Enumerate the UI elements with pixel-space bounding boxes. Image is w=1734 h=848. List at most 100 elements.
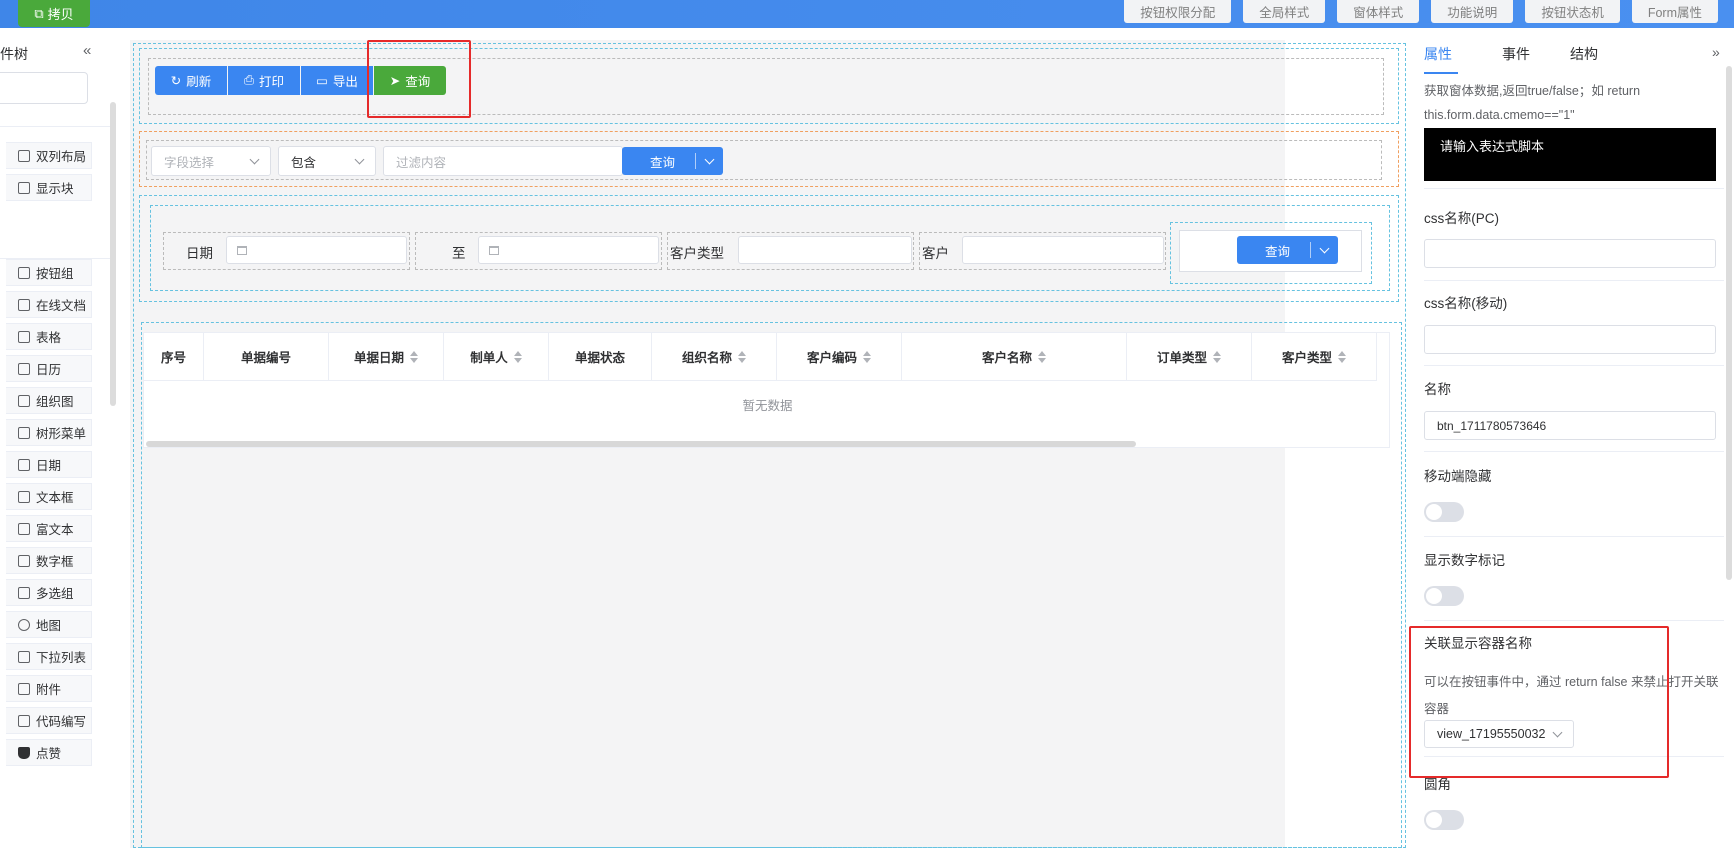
component-item[interactable]: 附件	[6, 675, 92, 702]
sort-icon[interactable]	[1338, 350, 1346, 363]
component-item[interactable]: 数字框	[6, 547, 92, 574]
map-icon	[18, 618, 30, 631]
date-start-input[interactable]	[226, 236, 407, 264]
component-item[interactable]: 按钮组	[6, 259, 92, 286]
function-help-button[interactable]: 功能说明	[1431, 0, 1514, 23]
component-item[interactable]: 日期	[6, 451, 92, 478]
top-actions: 按钮权限分配 全局样式 窗体样式 功能说明 按钮状态机 Form属性	[1124, 0, 1718, 23]
search-query-button[interactable]: 查询	[1237, 236, 1339, 264]
table-icon	[18, 330, 30, 343]
sort-icon[interactable]	[1038, 350, 1046, 363]
divider	[1424, 188, 1724, 189]
collapse-left-icon[interactable]: «	[83, 42, 91, 59]
block-icon	[18, 181, 30, 194]
component-item[interactable]: 地图	[6, 611, 92, 638]
tab-properties[interactable]: 属性	[1424, 44, 1452, 64]
component-item[interactable]: 显示块	[6, 174, 92, 201]
divider	[1424, 280, 1724, 281]
field-select[interactable]: 字段选择	[151, 146, 271, 176]
customer-type-input[interactable]	[738, 236, 912, 264]
component-item[interactable]: 双列布局	[6, 142, 92, 169]
mobile-hide-toggle[interactable]	[1424, 502, 1464, 522]
component-item[interactable]: 在线文档	[6, 291, 92, 318]
printer-icon: ⎙	[243, 73, 254, 87]
data-table[interactable]: 序号 单据编号 单据日期 制单人 单据状态 组织名称 客户编码 客户名称 订单类…	[143, 332, 1390, 448]
customer-type-label: 客户类型	[670, 246, 724, 261]
component-item[interactable]: 组织图	[6, 387, 92, 414]
sort-icon[interactable]	[738, 350, 746, 363]
calendar-icon	[489, 246, 499, 255]
component-item[interactable]: 日历	[6, 355, 92, 382]
global-style-button[interactable]: 全局样式	[1243, 0, 1326, 23]
sort-icon[interactable]	[410, 350, 418, 363]
filter-content-input[interactable]: 过滤内容	[383, 146, 623, 176]
css-pc-input[interactable]	[1424, 239, 1716, 268]
css-mobile-input[interactable]	[1424, 325, 1716, 354]
dropdown-icon	[18, 650, 30, 663]
form-style-button[interactable]: 窗体样式	[1337, 0, 1420, 23]
thumbs-up-icon	[18, 746, 30, 759]
copy-button[interactable]: ⧉ 拷贝	[18, 0, 90, 27]
filter-query-button[interactable]: 查询	[622, 147, 724, 175]
component-item[interactable]: 下拉列表	[6, 643, 92, 670]
divider	[1424, 536, 1724, 537]
export-button[interactable]: ▭ 导出	[301, 66, 373, 95]
tab-structure[interactable]: 结构	[1570, 44, 1598, 64]
column-header[interactable]: 单据编号	[204, 333, 329, 381]
date-icon	[18, 458, 30, 471]
org-chart-icon	[18, 394, 30, 407]
table-horizontal-scrollbar[interactable]	[146, 441, 1136, 447]
component-item[interactable]: 代码编写	[6, 707, 92, 734]
copy-icon: ⧉	[34, 5, 44, 21]
component-item[interactable]: 点赞	[6, 739, 92, 766]
name-input[interactable]: btn_1711780573646	[1424, 411, 1716, 440]
show-number-toggle[interactable]	[1424, 586, 1464, 606]
column-header[interactable]: 制单人	[444, 333, 549, 381]
name-label: 名称	[1424, 382, 1451, 397]
css-mobile-label: css名称(移动)	[1424, 296, 1508, 311]
sort-icon[interactable]	[863, 350, 871, 363]
component-item[interactable]: 富文本	[6, 515, 92, 542]
right-scrollbar[interactable]	[1726, 66, 1732, 580]
column-header[interactable]: 客户类型	[1252, 333, 1377, 381]
component-item[interactable]: 表格	[6, 323, 92, 350]
column-header[interactable]: 客户编码	[777, 333, 902, 381]
tree-menu-icon	[18, 426, 30, 439]
divider	[1424, 620, 1724, 621]
date-label: 日期	[186, 246, 213, 261]
column-header[interactable]: 单据日期	[329, 333, 444, 381]
column-header[interactable]: 客户名称	[902, 333, 1127, 381]
document-icon	[18, 298, 30, 311]
column-header[interactable]: 组织名称	[652, 333, 777, 381]
left-scrollbar[interactable]	[110, 102, 116, 406]
button-state-machine-button[interactable]: 按钮状态机	[1525, 0, 1620, 23]
expression-script-editor[interactable]: 请输入表达式脚本	[1424, 128, 1716, 181]
button-permission-button[interactable]: 按钮权限分配	[1124, 0, 1232, 23]
component-item[interactable]: 文本框	[6, 483, 92, 510]
active-tab-indicator	[1424, 72, 1458, 74]
sort-icon[interactable]	[513, 350, 522, 363]
button-group-icon	[18, 266, 30, 279]
print-button[interactable]: ⎙ 打印	[228, 66, 300, 95]
divider	[1424, 365, 1724, 366]
column-header[interactable]: 订单类型	[1127, 333, 1252, 381]
highlight-box	[367, 40, 471, 118]
column-header[interactable]: 单据状态	[549, 333, 652, 381]
form-properties-button[interactable]: Form属性	[1631, 0, 1718, 23]
date-end-input[interactable]	[478, 236, 659, 264]
tab-events[interactable]: 事件	[1502, 44, 1530, 64]
refresh-button[interactable]: ↻ 刷新	[155, 66, 227, 95]
rounded-corner-toggle[interactable]	[1424, 810, 1464, 830]
customer-input[interactable]	[962, 236, 1164, 264]
css-pc-label: css名称(PC)	[1424, 211, 1499, 226]
code-icon	[18, 714, 30, 727]
operator-select[interactable]: 包含	[278, 146, 376, 176]
component-item[interactable]: 树形菜单	[6, 419, 92, 446]
sort-icon[interactable]	[1213, 350, 1221, 363]
expand-right-icon[interactable]: »	[1712, 44, 1720, 60]
description-line: this.form.data.cmemo=="1"	[1424, 108, 1575, 122]
customer-label: 客户	[922, 246, 949, 261]
component-search-input[interactable]	[0, 72, 88, 104]
component-item[interactable]: 多选组	[6, 579, 92, 606]
column-header[interactable]: 序号	[144, 333, 204, 381]
